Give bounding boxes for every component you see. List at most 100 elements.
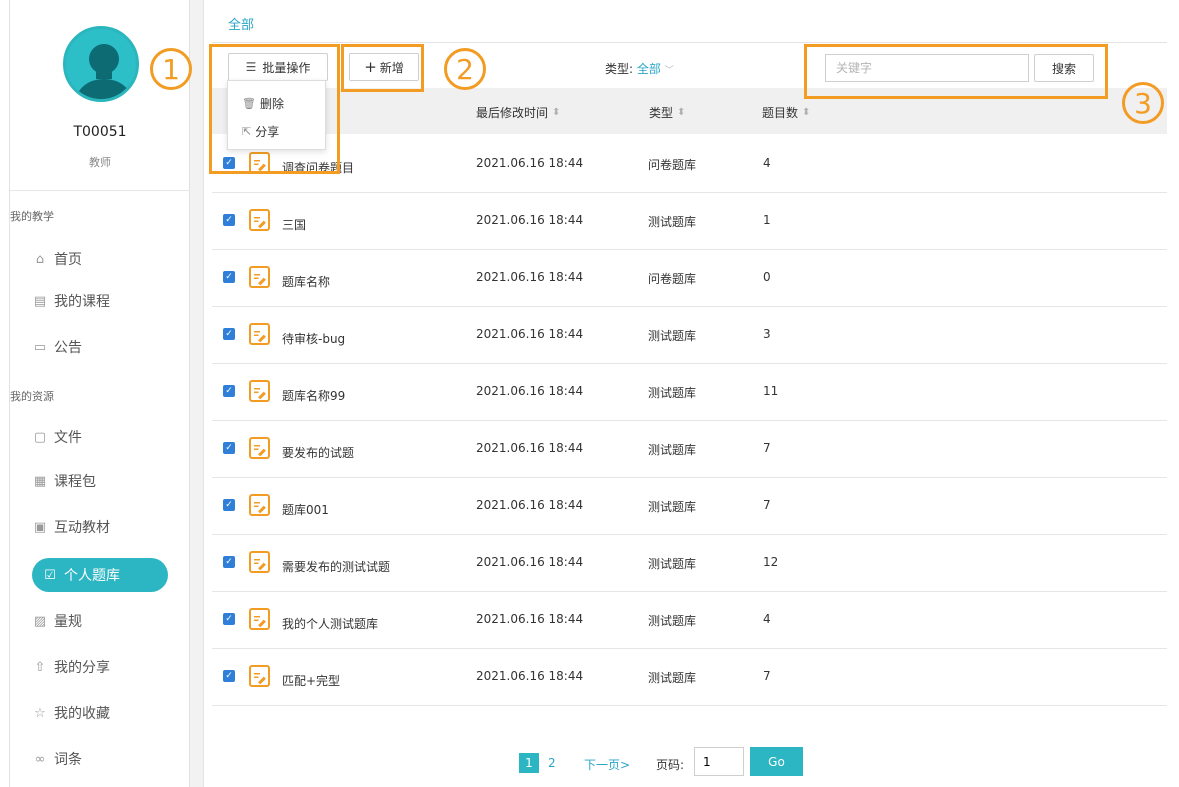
row-type: 测试题库 [648, 329, 697, 343]
row-checkbox[interactable]: ✓ [223, 499, 235, 511]
table-row[interactable]: ✓ 三国 2021.06.16 18:44 测试题库 1 [212, 193, 1167, 250]
row-modified-time: 2021.06.16 18:44 [476, 213, 584, 227]
file-icon: ▢ [33, 429, 47, 445]
table-row[interactable]: ✓ 调查问卷题目 2021.06.16 18:44 问卷题库 4 [212, 136, 1167, 193]
table-row[interactable]: ✓ 题库001 2021.06.16 18:44 测试题库 7 [212, 478, 1167, 535]
sidebar-gutter [190, 0, 204, 787]
sidebar-item-my-shares[interactable]: ⇧ 我的分享 [32, 652, 110, 682]
next-page-link[interactable]: 下一页> [584, 756, 630, 773]
row-count: 4 [763, 156, 771, 170]
column-header-modified-time[interactable]: 最后修改时间 ⬍ [476, 104, 560, 121]
row-checkbox[interactable]: ✓ [223, 670, 235, 682]
row-modified-time: 2021.06.16 18:44 [476, 555, 584, 569]
avatar[interactable] [63, 26, 139, 102]
sidebar-item-my-courses[interactable]: ▤ 我的课程 [32, 286, 110, 316]
row-count: 11 [763, 384, 779, 398]
row-checkbox[interactable]: ✓ [223, 214, 235, 226]
row-modified-time: 2021.06.16 18:44 [476, 327, 584, 341]
sidebar-item-notice[interactable]: ▭ 公告 [32, 332, 82, 362]
row-name[interactable]: 题库001 [282, 501, 329, 518]
table-row[interactable]: ✓ 需要发布的测试试题 2021.06.16 18:44 测试题库 12 [212, 535, 1167, 592]
sidebar-item-course-package[interactable]: ▦ 课程包 [32, 466, 96, 496]
page-2-button[interactable]: 2 [548, 756, 556, 770]
row-type: 测试题库 [648, 671, 697, 685]
question-bank-file-icon [249, 266, 270, 288]
row-type: 问卷题库 [648, 272, 697, 286]
table-row[interactable]: ✓ 待审核-bug 2021.06.16 18:44 测试题库 3 [212, 307, 1167, 364]
row-name[interactable]: 需要发布的测试试题 [282, 558, 390, 575]
table-row[interactable]: ✓ 匹配+完型 2021.06.16 18:44 测试题库 7 [212, 649, 1167, 706]
user-silhouette-icon [76, 44, 132, 99]
row-checkbox[interactable]: ✓ [223, 271, 235, 283]
breadcrumb[interactable]: 全部 [228, 14, 254, 33]
user-role: 教师 [89, 156, 111, 169]
page-1-button[interactable]: 1 [519, 753, 539, 773]
table-row[interactable]: ✓ 要发布的试题 2021.06.16 18:44 测试题库 7 [212, 421, 1167, 478]
row-name[interactable]: 待审核-bug [282, 330, 345, 347]
sort-icon: ⬍ [552, 107, 561, 118]
divider [10, 190, 190, 191]
sidebar: T00051 教师 我的教学 ⌂ 首页 ▤ 我的课程 ▭ 公告 我的资源 ▢ 文… [10, 0, 190, 787]
row-modified-time: 2021.06.16 18:44 [476, 384, 584, 398]
question-bank-icon: ☑ [44, 567, 56, 583]
row-checkbox[interactable]: ✓ [223, 556, 235, 568]
share-icon: ⇧ [34, 659, 46, 675]
annotation-box-3 [804, 44, 1108, 99]
row-checkbox[interactable]: ✓ [223, 442, 235, 454]
row-count: 1 [763, 213, 771, 227]
sidebar-item-rubric[interactable]: ▨ 量规 [32, 606, 82, 636]
sidebar-item-interactive-material[interactable]: ▣ 互动教材 [32, 512, 110, 542]
row-name[interactable]: 匹配+完型 [282, 672, 340, 689]
external-share-icon: ⇱ [242, 125, 252, 138]
row-modified-time: 2021.06.16 18:44 [476, 669, 584, 683]
row-name[interactable]: 我的个人测试题库 [282, 615, 378, 632]
row-count: 0 [763, 270, 771, 284]
batch-operation-dropdown: 🗑 删除 ⇱ 分享 [227, 80, 326, 150]
sort-icon: ⬍ [677, 107, 686, 118]
row-name[interactable]: 题库名称99 [282, 387, 345, 404]
row-count: 12 [763, 555, 779, 569]
type-filter[interactable]: 类型: 全部 ﹀ [605, 60, 674, 77]
row-name[interactable]: 要发布的试题 [282, 444, 354, 461]
row-count: 3 [763, 327, 771, 341]
notice-icon: ▭ [33, 339, 47, 355]
table-row[interactable]: ✓ 我的个人测试题库 2021.06.16 18:44 测试题库 4 [212, 592, 1167, 649]
row-modified-time: 2021.06.16 18:44 [476, 441, 584, 455]
row-type: 测试题库 [648, 386, 697, 400]
link-icon: ∞ [34, 751, 46, 767]
table-row[interactable]: ✓ 题库名称 2021.06.16 18:44 问卷题库 0 [212, 250, 1167, 307]
trash-icon: 🗑 [242, 97, 256, 110]
home-icon: ⌂ [35, 251, 45, 267]
row-checkbox[interactable]: ✓ [223, 385, 235, 397]
user-id: T00051 [73, 124, 127, 140]
sidebar-item-home[interactable]: ⌂ 首页 [32, 244, 82, 274]
sidebar-item-entries[interactable]: ∞ 词条 [32, 744, 82, 774]
dropdown-item-delete[interactable]: 🗑 删除 [242, 95, 284, 112]
row-checkbox[interactable]: ✓ [223, 613, 235, 625]
row-name[interactable]: 三国 [282, 216, 306, 233]
go-button[interactable]: Go [750, 747, 803, 776]
sidebar-item-personal-question-bank[interactable]: ☑ 个人题库 [32, 558, 168, 592]
sidebar-item-my-favorites[interactable]: ☆ 我的收藏 [32, 698, 110, 728]
row-modified-time: 2021.06.16 18:44 [476, 612, 584, 626]
sort-icon: ⬍ [802, 107, 811, 118]
row-modified-time: 2021.06.16 18:44 [476, 270, 584, 284]
row-count: 7 [763, 669, 771, 683]
row-count: 7 [763, 441, 771, 455]
row-type: 测试题库 [648, 614, 697, 628]
sidebar-item-files[interactable]: ▢ 文件 [32, 422, 82, 452]
row-name[interactable]: 题库名称 [282, 273, 330, 290]
page-number-input[interactable] [694, 747, 744, 776]
table-row[interactable]: ✓ 题库名称99 2021.06.16 18:44 测试题库 11 [212, 364, 1167, 421]
annotation-marker-3: 3 [1122, 82, 1164, 124]
column-header-question-count[interactable]: 题目数 ⬍ [762, 104, 810, 121]
row-checkbox[interactable]: ✓ [223, 328, 235, 340]
dropdown-item-share[interactable]: ⇱ 分享 [242, 123, 279, 140]
question-bank-file-icon [249, 551, 270, 573]
interactive-icon: ▣ [33, 519, 47, 535]
annotation-marker-2: 2 [444, 48, 486, 90]
question-bank-file-icon [249, 209, 270, 231]
row-count: 7 [763, 498, 771, 512]
row-type: 问卷题库 [648, 158, 697, 172]
column-header-type[interactable]: 类型 ⬍ [649, 104, 685, 121]
